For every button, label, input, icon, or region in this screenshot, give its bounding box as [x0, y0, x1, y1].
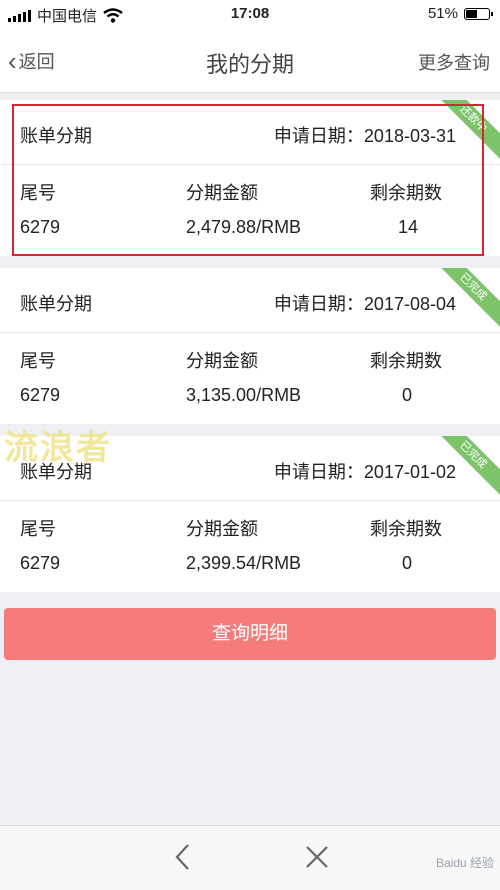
- tail-value: 6279: [20, 217, 61, 237]
- card-header: 账单分期 申请日期：2018-03-31 还款中: [0, 100, 500, 165]
- tail-value: 6279: [20, 385, 61, 405]
- apply-date-value: 2017-08-04: [363, 294, 456, 314]
- apply-date: 申请日期：2017-08-04: [274, 290, 456, 316]
- remaining-value: 0: [402, 553, 413, 573]
- apply-date-label: 申请日期：: [273, 126, 364, 146]
- remaining-label: 剩余期数: [370, 183, 442, 203]
- amount-label: 分期金额: [186, 519, 258, 539]
- close-icon[interactable]: [300, 840, 334, 874]
- amount-value: 2,399.54/RMB: [186, 553, 302, 573]
- nav-bar: ‹ 返回 我的分期 更多查询: [0, 30, 500, 93]
- bottom-toolbar: Baidu 经验: [0, 825, 500, 890]
- chevron-left-icon: ‹: [8, 46, 17, 76]
- card-body: 尾号 分期金额 剩余期数 6279 2,479.88/RMB 14: [0, 165, 500, 256]
- tail-label: 尾号: [20, 351, 56, 371]
- apply-date-label: 申请日期：: [273, 462, 364, 482]
- battery-percent: 51%: [427, 5, 458, 22]
- amount-label: 分期金额: [186, 351, 258, 371]
- baidu-watermark: Baidu 经验: [435, 856, 494, 870]
- tail-label: 尾号: [20, 183, 56, 203]
- card-type: 账单分期: [20, 294, 92, 314]
- watermark-text: 流浪者: [4, 429, 112, 467]
- card-body: 尾号 分期金额 剩余期数 6279 3,135.00/RMB 0: [0, 333, 500, 424]
- card-type: 账单分期: [20, 126, 92, 146]
- tail-value: 6279: [20, 553, 61, 573]
- tail-label: 尾号: [20, 519, 56, 539]
- card-body: 尾号 分期金额 剩余期数 6279 2,399.54/RMB 0: [0, 501, 500, 592]
- remaining-value: 14: [398, 217, 419, 237]
- status-time: 17:08: [230, 5, 270, 22]
- remaining-label: 剩余期数: [370, 351, 442, 371]
- apply-date: 申请日期：2017-01-02: [274, 458, 456, 484]
- apply-date-value: 2018-03-31: [363, 126, 456, 146]
- apply-date: 申请日期：2018-03-31: [274, 122, 456, 148]
- installment-card[interactable]: 账单分期 申请日期：2018-03-31 还款中 尾号 分期金额 剩余期数 62…: [0, 100, 500, 256]
- remaining-label: 剩余期数: [370, 519, 442, 539]
- status-right: 51%: [427, 5, 493, 22]
- back-button[interactable]: ‹ 返回: [8, 48, 55, 74]
- battery-icon: [464, 7, 493, 20]
- apply-date-value: 2017-01-02: [363, 462, 456, 482]
- apply-date-label: 申请日期：: [273, 294, 364, 314]
- amount-value: 3,135.00/RMB: [186, 385, 302, 405]
- more-query-button[interactable]: 更多查询: [418, 49, 490, 75]
- amount-label: 分期金额: [186, 183, 258, 203]
- chevron-left-icon[interactable]: [166, 840, 200, 874]
- installment-card[interactable]: 账单分期 申请日期：2017-08-04 已完成 尾号 分期金额 剩余期数 62…: [0, 268, 500, 424]
- amount-value: 2,479.88/RMB: [186, 217, 302, 237]
- card-header: 账单分期 申请日期：2017-08-04 已完成: [0, 268, 500, 333]
- status-bar: 中国电信 17:08 51%: [0, 0, 500, 30]
- query-detail-button[interactable]: 查询明细: [4, 608, 496, 660]
- back-label: 返回: [18, 52, 55, 72]
- remaining-value: 0: [402, 385, 413, 405]
